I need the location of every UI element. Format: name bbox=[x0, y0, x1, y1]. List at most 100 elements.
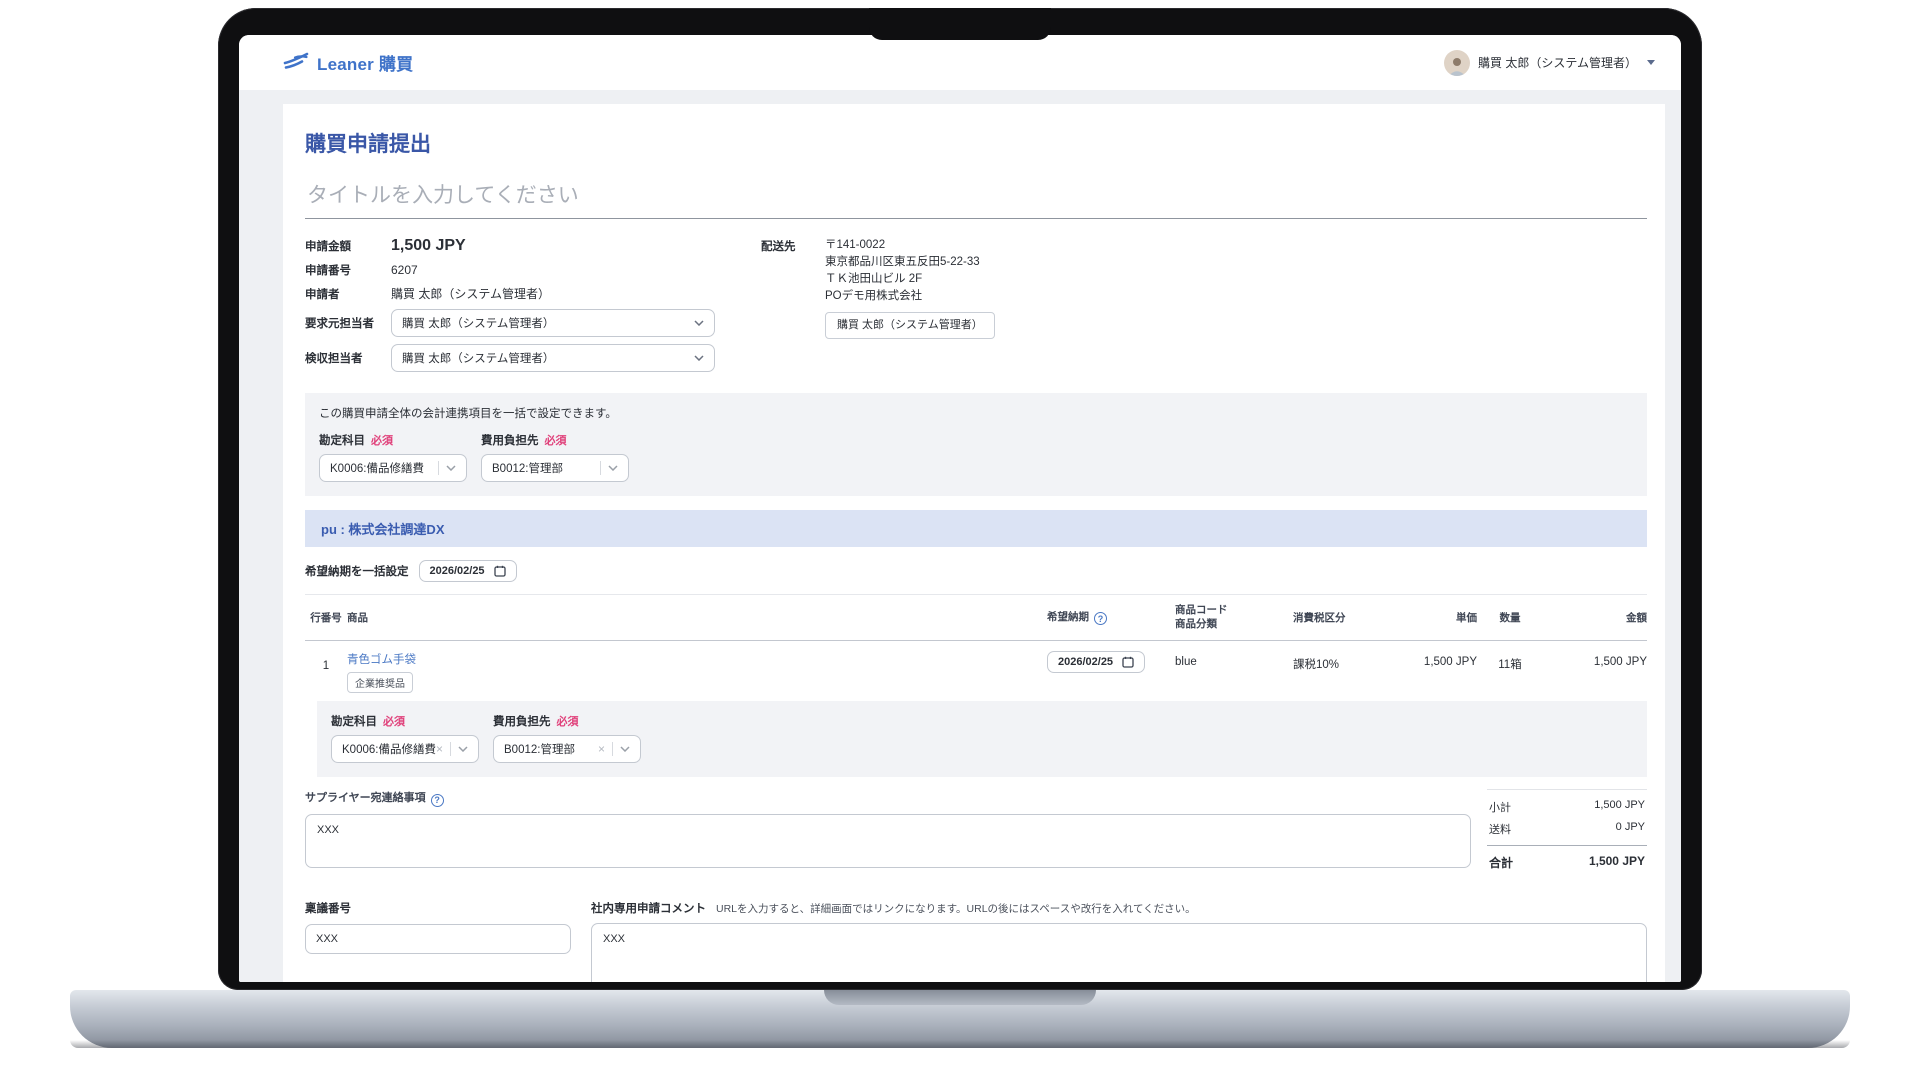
row-quantity: 11箱 bbox=[1477, 651, 1543, 672]
subtotal-label: 小計 bbox=[1489, 799, 1511, 815]
total-label: 合計 bbox=[1489, 854, 1513, 871]
required-badge: 必須 bbox=[557, 716, 579, 728]
header-quantity: 数量 bbox=[1477, 610, 1543, 625]
subtotal-value: 1,500 JPY bbox=[1594, 799, 1645, 815]
row-accounting-panel: 勘定科目必須 K0006:備品修繕費 × 費用負担先必須 bbox=[317, 701, 1647, 777]
accounting-panel: この購買申請全体の会計連携項目を一括で設定できます。 勘定科目必須 K0006:… bbox=[305, 393, 1647, 496]
app-header: Leaner 購買 購買 太郎（システム管理者） bbox=[239, 35, 1681, 90]
required-badge: 必須 bbox=[371, 435, 393, 447]
user-menu[interactable]: 購買 太郎（システム管理者） bbox=[1444, 50, 1655, 76]
row-tax-type: 課税10% bbox=[1293, 651, 1385, 672]
account-title-label: 勘定科目 bbox=[319, 435, 365, 447]
applicant-value: 購買 太郎（システム管理者） bbox=[391, 285, 550, 302]
accounting-description: この購買申請全体の会計連携項目を一括で設定できます。 bbox=[319, 405, 1633, 421]
chevron-down-icon bbox=[608, 465, 618, 471]
comment-textarea[interactable]: XXX bbox=[591, 923, 1647, 982]
shipping-label: 配送先 bbox=[761, 237, 825, 379]
bulk-date-label: 希望納期を一括設定 bbox=[305, 563, 409, 579]
laptop-screen: Leaner 購買 購買 太郎（システム管理者） bbox=[239, 35, 1681, 982]
row-product-code: blue bbox=[1175, 651, 1293, 668]
summary-section: 申請金額 1,500 JPY 申請番号 6207 申請者 購買 太郎（システム管… bbox=[305, 237, 1647, 379]
header-delivery-date: 希望納期? bbox=[1047, 609, 1175, 626]
comment-label: 社内専用申請コメント bbox=[591, 903, 706, 915]
shipping-postal: 〒141-0022 bbox=[825, 237, 995, 254]
header-code-category: 商品コード商品分類 bbox=[1175, 603, 1293, 631]
required-badge: 必須 bbox=[545, 435, 567, 447]
bulk-date-input[interactable]: 2026/02/25 bbox=[419, 560, 517, 582]
laptop-base-edge bbox=[70, 1040, 1850, 1048]
header-amount: 金額 bbox=[1543, 610, 1647, 625]
app-logo-text: Leaner 購買 bbox=[317, 50, 413, 75]
chevron-down-icon bbox=[694, 355, 704, 361]
items-table-header: 行番号 商品 希望納期? 商品コード商品分類 消費税区分 単価 数量 金額 bbox=[305, 594, 1647, 641]
supplier-bar: pu : 株式会社調達DX bbox=[305, 510, 1647, 547]
leaner-logo-icon bbox=[283, 51, 309, 74]
laptop-mockup: Leaner 購買 購買 太郎（システム管理者） bbox=[0, 0, 1920, 1080]
header-product: 商品 bbox=[347, 610, 1047, 625]
header-line-no: 行番号 bbox=[305, 610, 347, 625]
calendar-icon bbox=[494, 565, 506, 577]
account-title-select[interactable]: K0006:備品修繕費 bbox=[319, 454, 467, 482]
chevron-down-icon bbox=[694, 320, 704, 326]
shipping-company: POデモ用株式会社 bbox=[825, 288, 995, 305]
shipping-building: ＴＫ池田山ビル 2F bbox=[825, 271, 995, 288]
request-number-label: 申請番号 bbox=[305, 262, 391, 278]
user-name: 購買 太郎（システム管理者） bbox=[1478, 54, 1637, 71]
laptop-base bbox=[70, 990, 1850, 1048]
comment-hint: URLを入力すると、詳細画面ではリンクになります。URLの後にはスペースや改行を… bbox=[716, 903, 1196, 915]
product-link[interactable]: 青色ゴム手袋 bbox=[347, 654, 416, 666]
total-value: 1,500 JPY bbox=[1589, 854, 1645, 871]
row-account-select[interactable]: K0006:備品修繕費 × bbox=[331, 735, 479, 763]
table-row: 1 青色ゴム手袋 企業推奨品 2026/02/25 bbox=[305, 641, 1647, 699]
shipping-section: 配送先 〒141-0022 東京都品川区東五反田5-22-33 ＴＫ池田山ビル … bbox=[761, 237, 995, 379]
supplier-note-textarea[interactable]: XXX bbox=[305, 814, 1471, 868]
chevron-down-icon bbox=[458, 746, 468, 752]
chevron-down-icon bbox=[620, 746, 630, 752]
requester-label: 要求元担当者 bbox=[305, 315, 391, 331]
ringi-input[interactable] bbox=[305, 924, 571, 954]
chevron-down-icon bbox=[446, 465, 456, 471]
page-title: 購買申請提出 bbox=[305, 128, 1647, 158]
shipping-address: 東京都品川区東五反田5-22-33 bbox=[825, 254, 995, 271]
note-and-totals: サプライヤー宛連絡事項? XXX 小計 1,500 JPY 送料 0 JPY 合計 1… bbox=[305, 789, 1647, 874]
page-background: 購買申請提出 申請金額 1,500 JPY 申請番号 bbox=[239, 90, 1681, 982]
request-title-input[interactable] bbox=[305, 180, 1647, 219]
requester-select[interactable]: 購買 太郎（システム管理者） bbox=[391, 309, 715, 337]
row-unit-price: 1,500 JPY bbox=[1385, 651, 1477, 668]
request-extra-fields: 稟議番号 社内専用申請コメントURLを入力すると、詳細画面ではリンクになります。… bbox=[305, 900, 1647, 982]
clear-icon[interactable]: × bbox=[436, 743, 443, 755]
row-amount: 1,500 JPY bbox=[1543, 651, 1647, 668]
totals-box: 小計 1,500 JPY 送料 0 JPY 合計 1,500 JPY bbox=[1487, 789, 1647, 874]
purchase-request-form: 購買申請提出 申請金額 1,500 JPY 申請番号 bbox=[283, 104, 1665, 982]
cost-center-select[interactable]: B0012:管理部 bbox=[481, 454, 629, 482]
recommended-badge: 企業推奨品 bbox=[347, 672, 413, 693]
clear-icon[interactable]: × bbox=[598, 743, 605, 755]
chevron-down-icon bbox=[1647, 60, 1655, 65]
inspector-select[interactable]: 購買 太郎（システム管理者） bbox=[391, 344, 715, 372]
applicant-label: 申請者 bbox=[305, 286, 391, 302]
laptop-notch bbox=[869, 8, 1051, 40]
row-date-input[interactable]: 2026/02/25 bbox=[1047, 651, 1145, 673]
bulk-date-row: 希望納期を一括設定 2026/02/25 bbox=[305, 560, 1647, 582]
row-cost-label: 費用負担先 bbox=[493, 716, 551, 728]
shipping-fee-value: 0 JPY bbox=[1616, 821, 1645, 837]
row-cost-select[interactable]: B0012:管理部 × bbox=[493, 735, 641, 763]
row-account-label: 勘定科目 bbox=[331, 716, 377, 728]
user-avatar bbox=[1444, 50, 1470, 76]
laptop-screen-bezel: Leaner 購買 購買 太郎（システム管理者） bbox=[218, 8, 1702, 990]
amount-label: 申請金額 bbox=[305, 238, 391, 254]
laptop-thumb-scoop bbox=[824, 990, 1096, 1005]
app-logo[interactable]: Leaner 購買 bbox=[283, 50, 413, 75]
header-tax-type: 消費税区分 bbox=[1293, 610, 1385, 625]
info-icon[interactable]: ? bbox=[431, 794, 444, 807]
help-icon[interactable]: ? bbox=[1094, 612, 1107, 625]
row-line-no: 1 bbox=[305, 651, 347, 672]
shipping-fee-label: 送料 bbox=[1489, 821, 1511, 837]
required-badge: 必須 bbox=[383, 716, 405, 728]
request-number-value: 6207 bbox=[391, 263, 418, 277]
header-unit-price: 単価 bbox=[1385, 610, 1477, 625]
calendar-icon bbox=[1122, 656, 1134, 668]
shipping-recipient-chip[interactable]: 購買 太郎（システム管理者） bbox=[825, 312, 995, 339]
inspector-label: 検収担当者 bbox=[305, 350, 391, 366]
supplier-note-label: サプライヤー宛連絡事項 bbox=[305, 792, 426, 804]
